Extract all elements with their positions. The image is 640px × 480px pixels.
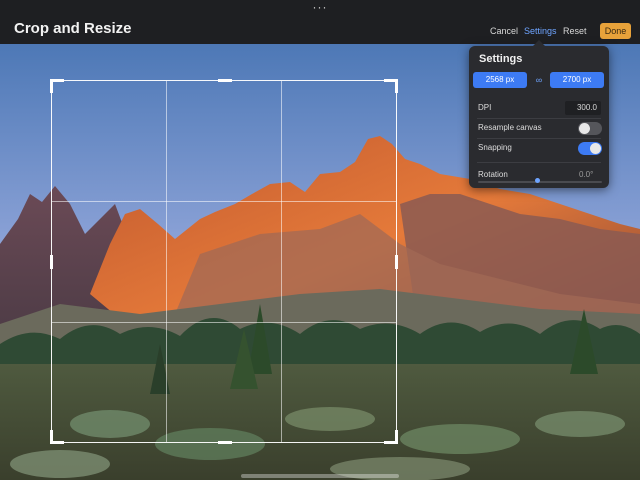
snapping-row: Snapping [469,139,609,157]
dpi-row: DPI 300.0 [469,99,609,117]
popover-arrow [532,40,546,47]
grid-line-horizontal [52,201,396,202]
dpi-label: DPI [478,103,492,112]
resample-toggle[interactable] [578,122,602,135]
snapping-toggle[interactable] [578,142,602,155]
toggle-knob [590,143,601,154]
link-dimensions-icon[interactable]: ∞ [534,73,544,87]
rotation-label: Rotation [478,170,508,179]
rotation-value: 0.0° [579,170,594,179]
crop-handle-top[interactable] [218,79,232,82]
crop-handle-bottom-right[interactable] [395,430,398,444]
crop-handle-bottom[interactable] [218,441,232,444]
more-options-icon[interactable]: ··· [310,0,330,14]
crop-frame[interactable] [50,79,398,444]
crop-handle-top-right[interactable] [395,79,398,93]
height-field[interactable]: 2700 px [550,72,604,88]
crop-handle-right[interactable] [395,255,398,269]
done-button[interactable]: Done [600,23,631,39]
settings-button[interactable]: Settings [524,26,557,36]
crop-handle-left[interactable] [50,255,53,269]
page-title: Crop and Resize [14,20,132,37]
grid-line-vertical [281,81,282,442]
dpi-field[interactable]: 300.0 [565,101,601,115]
rotation-slider[interactable] [478,181,602,183]
crop-handle-bottom-left[interactable] [50,430,53,444]
reset-button[interactable]: Reset [563,26,587,36]
width-field[interactable]: 2568 px [473,72,527,88]
grid-line-vertical [166,81,167,442]
rotation-slider-knob[interactable] [535,178,540,183]
home-indicator [241,474,399,478]
grid-line-horizontal [52,322,396,323]
snapping-label: Snapping [478,143,512,152]
cancel-button[interactable]: Cancel [490,26,518,36]
divider [477,162,601,163]
settings-popover: Settings 2568 px ∞ 2700 px DPI 300.0 Res… [469,46,609,188]
settings-title: Settings [479,53,523,65]
resample-row: Resample canvas [469,119,609,137]
resample-label: Resample canvas [478,123,542,132]
crop-handle-top-left[interactable] [50,79,53,93]
toggle-knob [579,123,590,134]
top-bar: ··· Crop and Resize Cancel Settings Rese… [0,0,640,44]
